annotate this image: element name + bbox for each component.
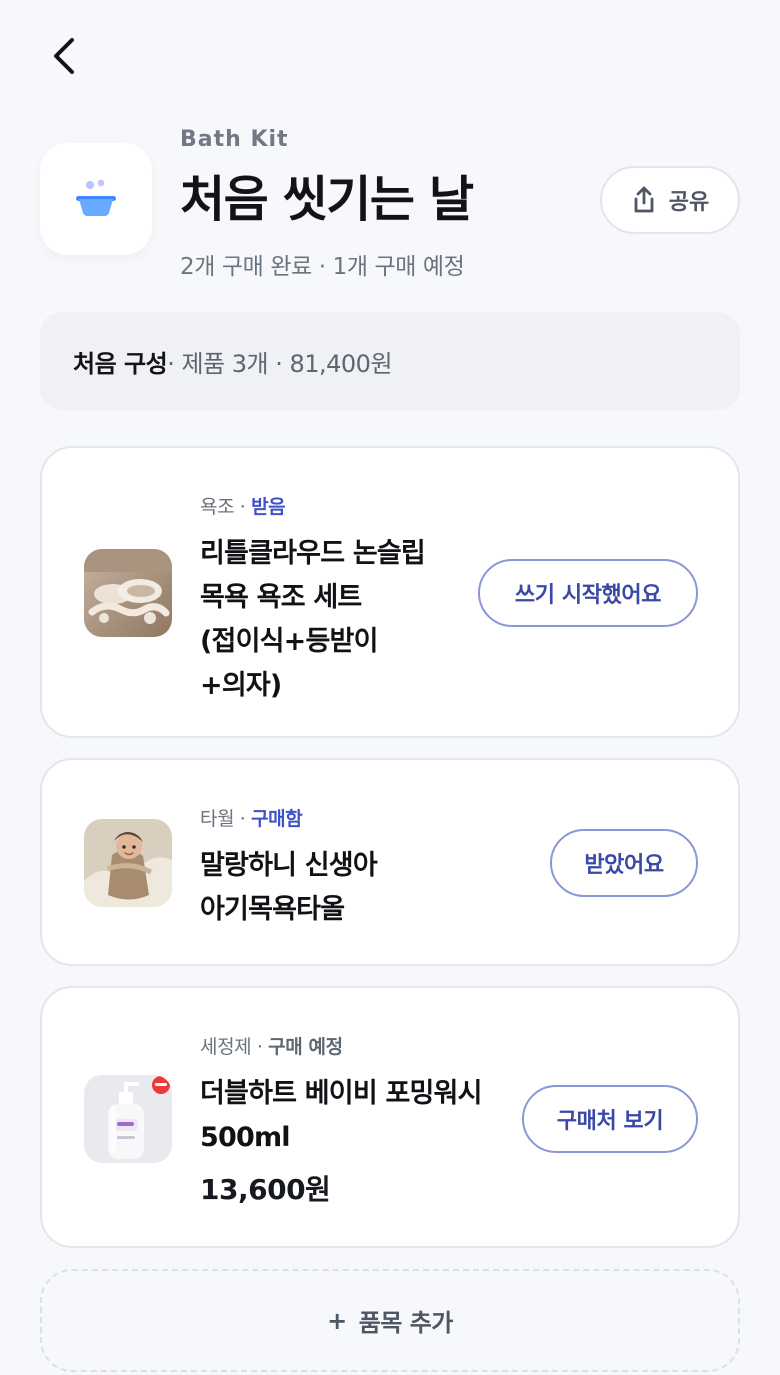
wash-product-image	[84, 1075, 172, 1163]
composition-title: 처음 구성	[73, 349, 168, 378]
wash-price: 13,600원	[200, 1173, 331, 1206]
kit-heading-group: Bath Kit 처음 씻기는 날 2개 구매 완료 · 1개 구매 예정	[180, 125, 474, 281]
purchase-status: 2개 구매 완료 · 1개 구매 예정	[180, 254, 465, 280]
towel-product-image	[84, 819, 172, 907]
bathtub-start-using-button[interactable]: 쓰기 시작했어요	[478, 559, 698, 627]
composition-details: · 제품 3개 · 81,400원	[167, 349, 393, 378]
bathtub-status: 받음	[251, 496, 286, 518]
composition-summary: 처음 구성 · 제품 3개 · 81,400원	[40, 312, 740, 410]
bathtub-product-name: 리틀클라우드 논슬립 목욕 욕조 세트 (접이식+등받이 +의자)	[200, 538, 426, 701]
wash-status: 구매 예정	[268, 1036, 343, 1058]
plus-icon: +	[327, 1306, 347, 1335]
back-button[interactable]	[42, 34, 86, 78]
bathtub-category-line: 욕조 · 받음	[200, 496, 286, 518]
wash-product-name: 더블하트 베이비 포밍워시 500ml	[200, 1078, 482, 1153]
kit-icon-tile	[40, 143, 152, 255]
share-button[interactable]: 공유	[600, 166, 740, 234]
bathtub-product-image	[84, 549, 172, 637]
back-arrow-icon	[54, 38, 74, 74]
add-item-label: 품목 추가	[358, 1309, 454, 1337]
bathtub-icon	[76, 179, 116, 216]
wash-where-to-buy-button[interactable]: 구매처 보기	[522, 1085, 698, 1153]
towel-category-line: 타월 · 구매함	[200, 808, 303, 830]
wash-category: 세정제	[200, 1036, 252, 1058]
kit-header: Bath Kit 처음 씻기는 날 2개 구매 완료 · 1개 구매 예정 공유	[40, 125, 740, 280]
page-title: 처음 씻기는 날	[180, 171, 474, 228]
wash-product-info: 세정제 · 구매 예정 더블하트 베이비 포밍워시 500ml 13,600원	[200, 1032, 520, 1208]
product-card-wash: 세정제 · 구매 예정 더블하트 베이비 포밍워시 500ml 13,600원 …	[40, 986, 740, 1248]
share-label: 공유	[668, 190, 710, 215]
towel-status: 구매함	[251, 808, 303, 830]
towel-category: 타월	[200, 808, 235, 830]
kit-label: Bath Kit	[180, 127, 289, 152]
bathtub-category: 욕조	[200, 496, 235, 518]
towel-received-button[interactable]: 받았어요	[550, 829, 698, 897]
towel-product-info: 타월 · 구매함 말랑하니 신생아 아기목욕타올	[200, 804, 530, 932]
share-icon	[634, 186, 654, 213]
product-card-bathtub: 욕조 · 받음 리틀클라우드 논슬립 목욕 욕조 세트 (접이식+등받이 +의자…	[40, 446, 740, 738]
product-card-towel: 타월 · 구매함 말랑하니 신생아 아기목욕타올 받았어요	[40, 758, 740, 966]
bathtub-product-info: 욕조 · 받음 리틀클라우드 논슬립 목욕 욕조 세트 (접이식+등받이 +의자…	[200, 492, 470, 708]
towel-product-name: 말랑하니 신생아 아기목욕타올	[200, 850, 378, 925]
wash-category-line: 세정제 · 구매 예정	[200, 1036, 343, 1058]
add-item-button[interactable]: + 품목 추가	[40, 1269, 740, 1372]
